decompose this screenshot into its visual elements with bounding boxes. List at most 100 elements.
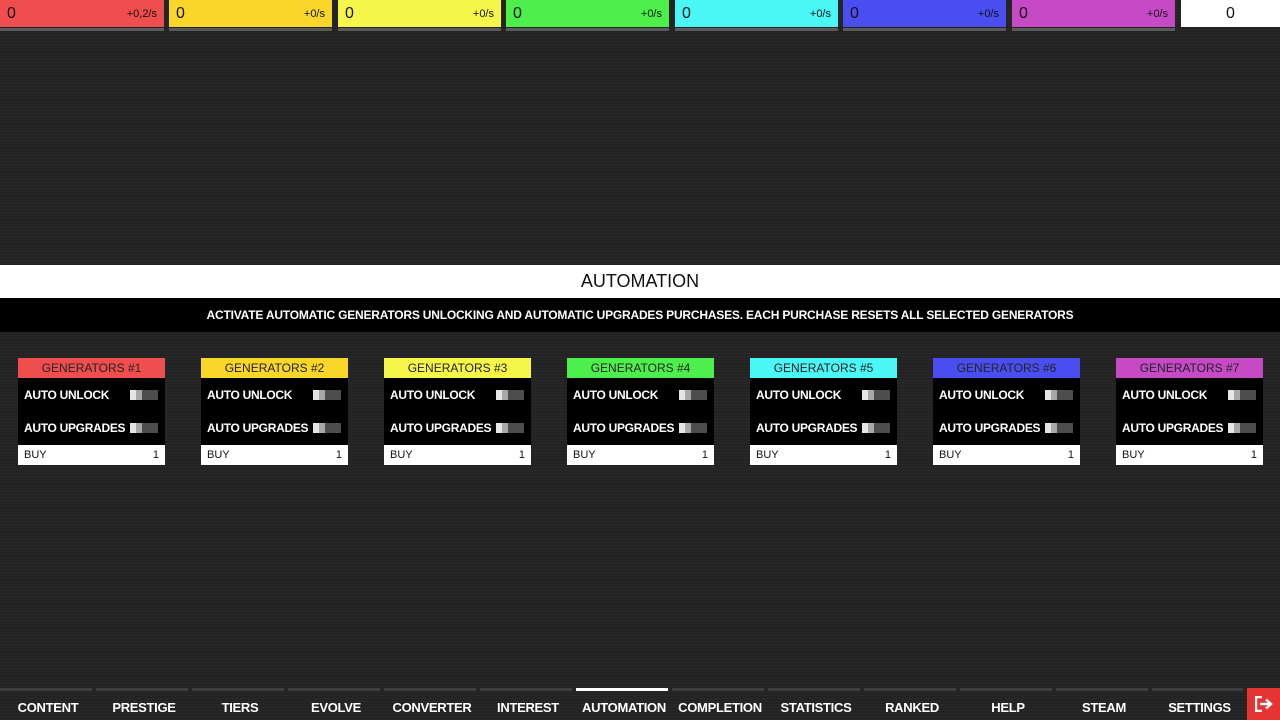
- buy-amount-button[interactable]: BUY 1: [201, 445, 348, 465]
- auto-unlock-row: AUTO UNLOCK: [1122, 385, 1257, 405]
- buy-value: 1: [884, 449, 891, 461]
- nav-tab-label: INTEREST: [497, 700, 559, 715]
- buy-amount-button[interactable]: BUY 1: [384, 445, 531, 465]
- resource-6: 0 +0/s: [843, 0, 1006, 31]
- auto-upgrades-toggle[interactable]: [130, 423, 158, 433]
- resource-underline: [0, 28, 164, 31]
- generator-title: GENERATORS #2: [201, 358, 348, 378]
- auto-upgrades-toggle[interactable]: [1228, 423, 1256, 433]
- auto-upgrades-row: AUTO UPGRADES: [939, 418, 1074, 438]
- generator-options: AUTO UNLOCK AUTO UPGRADES: [750, 378, 897, 445]
- toggle-knob: [679, 423, 691, 433]
- buy-amount-button[interactable]: BUY 1: [750, 445, 897, 465]
- resource-1: 0 +0,2/s: [0, 0, 164, 31]
- nav-tab-ranked[interactable]: RANKED: [864, 688, 960, 720]
- nav-tab-label: EVOLVE: [311, 700, 361, 715]
- resource-3: 0 +0/s: [338, 0, 501, 31]
- auto-unlock-toggle[interactable]: [313, 390, 341, 400]
- nav-tab-label: RANKED: [885, 700, 939, 715]
- nav-tab-label: PRESTIGE: [112, 700, 176, 715]
- nav-tab-prestige[interactable]: PRESTIGE: [96, 688, 192, 720]
- nav-tab-label: CONVERTER: [392, 700, 472, 715]
- auto-unlock-label: AUTO UNLOCK: [756, 388, 842, 402]
- auto-unlock-label: AUTO UNLOCK: [939, 388, 1025, 402]
- buy-amount-button[interactable]: BUY 1: [18, 445, 165, 465]
- resource-amount: 0: [176, 4, 185, 22]
- resource-underline: [169, 28, 332, 31]
- auto-upgrades-toggle[interactable]: [1045, 423, 1073, 433]
- generator-card-1: GENERATORS #1 AUTO UNLOCK AUTO UPGRADES BUY…: [18, 358, 165, 465]
- auto-upgrades-label: AUTO UPGRADES: [756, 421, 858, 435]
- resource-underline: [338, 28, 501, 31]
- auto-upgrades-toggle[interactable]: [313, 423, 341, 433]
- nav-tab-label: STEAM: [1081, 700, 1126, 715]
- generator-card-2: GENERATORS #2 AUTO UNLOCK AUTO UPGRADES BUY…: [201, 358, 348, 465]
- auto-upgrades-row: AUTO UPGRADES: [24, 418, 159, 438]
- auto-upgrades-row: AUTO UPGRADES: [207, 418, 342, 438]
- buy-label: BUY: [573, 449, 596, 461]
- auto-unlock-toggle[interactable]: [862, 390, 890, 400]
- auto-unlock-toggle[interactable]: [496, 390, 524, 400]
- resource-rate: +0/s: [303, 7, 325, 20]
- buy-label: BUY: [390, 449, 413, 461]
- resource-amount: 0: [345, 4, 354, 22]
- nav-tab-automation[interactable]: AUTOMATION: [576, 688, 672, 720]
- auto-upgrades-label: AUTO UPGRADES: [207, 421, 309, 435]
- nav-tab-settings[interactable]: SETTINGS: [1152, 688, 1247, 720]
- resource-7: 0 +0/s: [1012, 0, 1175, 31]
- buy-amount-button[interactable]: BUY 1: [567, 445, 714, 465]
- generator-options: AUTO UNLOCK AUTO UPGRADES: [384, 378, 531, 445]
- generator-title: GENERATORS #5: [750, 358, 897, 378]
- buy-label: BUY: [24, 449, 47, 461]
- auto-unlock-toggle[interactable]: [1045, 390, 1073, 400]
- exit-button[interactable]: [1247, 688, 1280, 720]
- nav-tab-help[interactable]: HELP: [960, 688, 1056, 720]
- resource-underline: [675, 28, 838, 31]
- buy-amount-button[interactable]: BUY 1: [933, 445, 1080, 465]
- auto-upgrades-toggle[interactable]: [862, 423, 890, 433]
- nav-tab-statistics[interactable]: STATISTICS: [768, 688, 864, 720]
- auto-unlock-row: AUTO UNLOCK: [756, 385, 891, 405]
- nav-tab-content[interactable]: CONTENT: [0, 688, 96, 720]
- resource-underline: [1012, 28, 1175, 31]
- generator-options: AUTO UNLOCK AUTO UPGRADES: [567, 378, 714, 445]
- generator-card-4: GENERATORS #4 AUTO UNLOCK AUTO UPGRADES BUY…: [567, 358, 714, 465]
- nav-tab-steam[interactable]: STEAM: [1056, 688, 1152, 720]
- auto-unlock-row: AUTO UNLOCK: [390, 385, 525, 405]
- auto-unlock-toggle[interactable]: [679, 390, 707, 400]
- auto-upgrades-row: AUTO UPGRADES: [573, 418, 708, 438]
- auto-upgrades-toggle[interactable]: [679, 423, 707, 433]
- auto-upgrades-toggle[interactable]: [496, 423, 524, 433]
- nav-tab-label: TIERS: [221, 700, 259, 715]
- generator-options: AUTO UNLOCK AUTO UPGRADES: [201, 378, 348, 445]
- tab-indicator: [672, 688, 764, 691]
- toggle-knob: [496, 390, 508, 400]
- buy-amount-button[interactable]: BUY 1: [1116, 445, 1263, 465]
- nav-tab-tiers[interactable]: TIERS: [192, 688, 288, 720]
- resource-amount: 0: [850, 4, 859, 22]
- auto-upgrades-label: AUTO UPGRADES: [573, 421, 675, 435]
- tab-indicator: [480, 688, 572, 691]
- buy-value: 1: [701, 449, 708, 461]
- toggle-knob: [313, 390, 325, 400]
- nav-tab-converter[interactable]: CONVERTER: [384, 688, 480, 720]
- auto-unlock-toggle[interactable]: [130, 390, 158, 400]
- resource-amount: 0: [682, 4, 691, 22]
- generator-options: AUTO UNLOCK AUTO UPGRADES: [1116, 378, 1263, 445]
- nav-tab-label: AUTOMATION: [582, 700, 666, 715]
- nav-tab-interest[interactable]: INTEREST: [480, 688, 576, 720]
- nav-tab-evolve[interactable]: EVOLVE: [288, 688, 384, 720]
- resource-bar: 0 +0,2/s 0 +0/s 0 +0/s 0 +0/s 0 +0/s 0 +…: [0, 0, 1280, 32]
- buy-label: BUY: [207, 449, 230, 461]
- generator-title: GENERATORS #1: [18, 358, 165, 378]
- tab-indicator: [288, 688, 380, 691]
- buy-value: 1: [518, 449, 525, 461]
- auto-upgrades-row: AUTO UPGRADES: [1122, 418, 1257, 438]
- generator-title: GENERATORS #3: [384, 358, 531, 378]
- auto-unlock-row: AUTO UNLOCK: [24, 385, 159, 405]
- nav-tab-completion[interactable]: COMPLETION: [672, 688, 768, 720]
- auto-unlock-row: AUTO UNLOCK: [573, 385, 708, 405]
- auto-unlock-toggle[interactable]: [1228, 390, 1256, 400]
- generator-card-5: GENERATORS #5 AUTO UNLOCK AUTO UPGRADES BUY…: [750, 358, 897, 465]
- tab-indicator: [384, 688, 476, 691]
